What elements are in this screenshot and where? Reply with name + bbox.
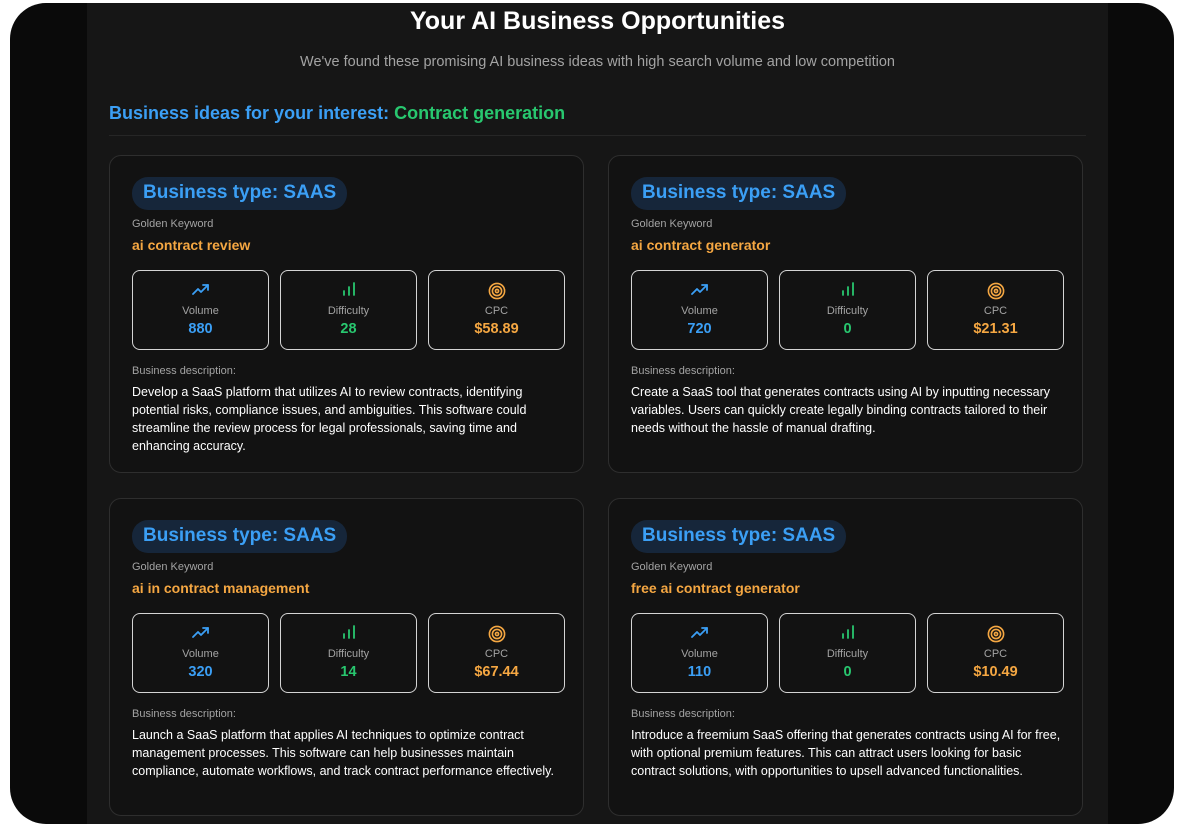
trending-up-icon	[632, 625, 767, 643]
idea-card[interactable]: Business type: SAAS Golden Keyword free …	[608, 498, 1083, 816]
difficulty-label: Difficulty	[826, 648, 869, 660]
volume-value: 720	[687, 321, 712, 337]
golden-keyword-label: Golden Keyword	[132, 561, 214, 573]
difficulty-metric: Difficulty 28	[280, 270, 417, 350]
volume-value: 880	[188, 321, 213, 337]
business-description: Launch a SaaS platform that applies AI t…	[132, 728, 554, 778]
cpc-value: $58.89	[474, 321, 519, 337]
cpc-label: CPC	[484, 648, 509, 660]
golden-keyword-label: Golden Keyword	[132, 218, 214, 230]
trending-up-icon	[133, 625, 268, 643]
idea-card[interactable]: Business type: SAAS Golden Keyword ai co…	[608, 155, 1083, 473]
difficulty-value: 14	[340, 664, 357, 680]
interest-label: Business ideas for your interest:	[109, 103, 390, 123]
divider	[109, 135, 1086, 136]
business-description: Create a SaaS tool that generates contra…	[631, 385, 1051, 435]
idea-card[interactable]: Business type: SAAS Golden Keyword ai co…	[109, 155, 584, 473]
cpc-value: $67.44	[474, 664, 519, 680]
difficulty-label: Difficulty	[327, 305, 370, 317]
cpc-value: $10.49	[973, 664, 1018, 680]
metrics-row: Volume 720 Difficulty 0 CPC $21.31	[631, 270, 1064, 350]
trending-up-icon	[133, 282, 268, 300]
target-icon	[429, 625, 564, 643]
app-frame: Your AI Business Opportunities We've fou…	[10, 3, 1174, 824]
business-description: Introduce a freemium SaaS offering that …	[631, 728, 1061, 778]
business-description-label: Business description:	[132, 708, 236, 720]
bar-chart-icon	[780, 625, 915, 643]
volume-metric: Volume 110	[631, 613, 768, 693]
golden-keyword-value: ai in contract management	[132, 580, 310, 596]
trending-up-icon	[632, 282, 767, 300]
business-description-label: Business description:	[631, 365, 735, 377]
cpc-metric: CPC $10.49	[927, 613, 1064, 693]
difficulty-metric: Difficulty 0	[779, 270, 916, 350]
cpc-label: CPC	[983, 648, 1008, 660]
difficulty-label: Difficulty	[826, 305, 869, 317]
idea-card[interactable]: Business type: SAAS Golden Keyword ai in…	[109, 498, 584, 816]
difficulty-value: 28	[340, 321, 357, 337]
business-type-badge: Business type: SAAS	[631, 520, 847, 553]
golden-keyword-value: free ai contract generator	[631, 580, 800, 596]
page-subtitle: We've found these promising AI business …	[300, 54, 895, 70]
volume-label: Volume	[681, 648, 718, 660]
bar-chart-icon	[780, 282, 915, 300]
interest-heading: Business ideas for your interest: Contra…	[109, 103, 565, 124]
volume-label: Volume	[182, 648, 219, 660]
metrics-row: Volume 110 Difficulty 0 CPC $10.49	[631, 613, 1064, 693]
volume-label: Volume	[182, 305, 219, 317]
business-type-badge: Business type: SAAS	[631, 177, 847, 210]
difficulty-metric: Difficulty 0	[779, 613, 916, 693]
difficulty-value: 0	[843, 321, 852, 337]
results-panel: Your AI Business Opportunities We've fou…	[87, 3, 1108, 824]
bar-chart-icon	[281, 282, 416, 300]
volume-value: 110	[687, 664, 712, 680]
difficulty-label: Difficulty	[327, 648, 370, 660]
metrics-row: Volume 880 Difficulty 28 CPC $58.89	[132, 270, 565, 350]
business-description: Develop a SaaS platform that utilizes AI…	[132, 385, 527, 453]
cpc-value: $21.31	[973, 321, 1018, 337]
volume-value: 320	[188, 664, 213, 680]
golden-keyword-value: ai contract generator	[631, 237, 771, 253]
volume-metric: Volume 880	[132, 270, 269, 350]
business-type-badge: Business type: SAAS	[132, 520, 348, 553]
cpc-label: CPC	[484, 305, 509, 317]
metrics-row: Volume 320 Difficulty 14 CPC $67.44	[132, 613, 565, 693]
volume-metric: Volume 320	[132, 613, 269, 693]
page-title: Your AI Business Opportunities	[409, 7, 786, 35]
golden-keyword-value: ai contract review	[132, 237, 251, 253]
cpc-metric: CPC $58.89	[428, 270, 565, 350]
cpc-label: CPC	[983, 305, 1008, 317]
bar-chart-icon	[281, 625, 416, 643]
volume-metric: Volume 720	[631, 270, 768, 350]
golden-keyword-label: Golden Keyword	[631, 561, 713, 573]
difficulty-metric: Difficulty 14	[280, 613, 417, 693]
interest-topic: Contract generation	[394, 103, 566, 123]
difficulty-value: 0	[843, 664, 852, 680]
cpc-metric: CPC $67.44	[428, 613, 565, 693]
target-icon	[429, 282, 564, 300]
cpc-metric: CPC $21.31	[927, 270, 1064, 350]
target-icon	[928, 625, 1063, 643]
business-type-badge: Business type: SAAS	[132, 177, 348, 210]
volume-label: Volume	[681, 305, 718, 317]
target-icon	[928, 282, 1063, 300]
golden-keyword-label: Golden Keyword	[631, 218, 713, 230]
business-description-label: Business description:	[132, 365, 236, 377]
business-description-label: Business description:	[631, 708, 735, 720]
